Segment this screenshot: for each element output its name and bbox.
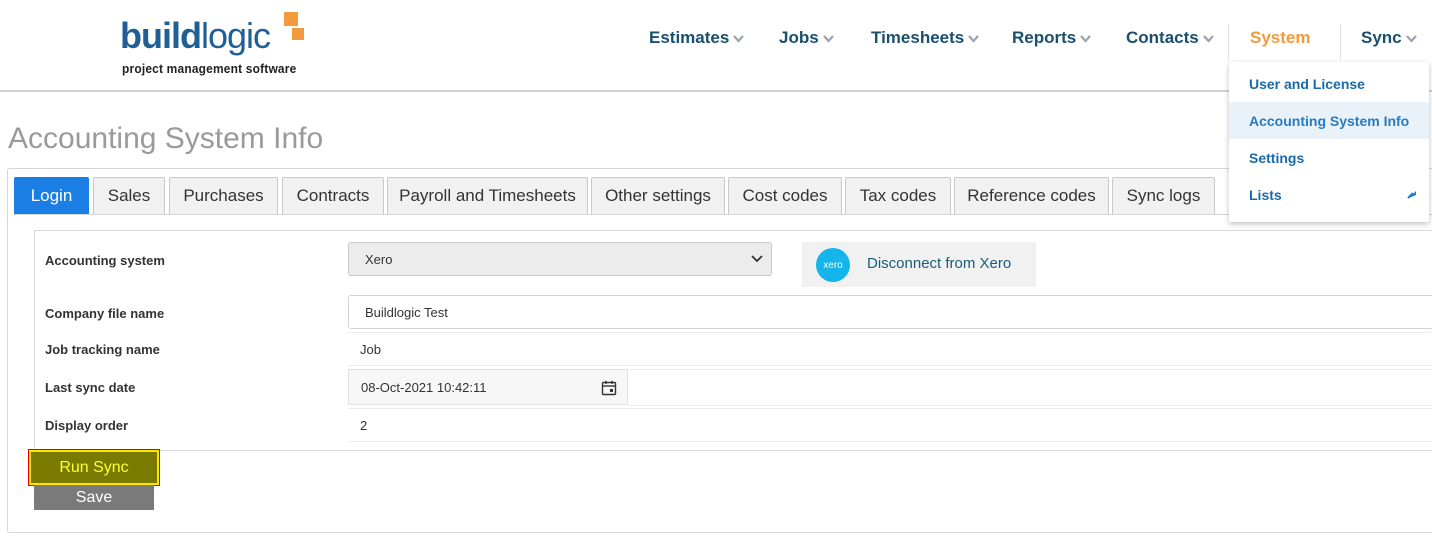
- nav-separator: [1228, 24, 1229, 60]
- chevron-down-icon: [1405, 35, 1417, 43]
- run-sync-button[interactable]: Run Sync: [29, 450, 159, 485]
- tab-sync-logs[interactable]: Sync logs: [1112, 177, 1215, 214]
- logo-subtitle: project management software: [122, 61, 297, 76]
- page-title: Accounting System Info: [8, 122, 324, 155]
- menu-item-label: Settings: [1249, 149, 1305, 166]
- logo-wordmark: buildlogic: [120, 14, 271, 58]
- tab-label: Login: [30, 186, 73, 205]
- company-file-name-value: Buildlogic Test: [365, 304, 448, 320]
- disconnect-xero-button[interactable]: xero Disconnect from Xero: [802, 242, 1036, 287]
- company-file-name-input[interactable]: Buildlogic Test: [348, 295, 1432, 329]
- logo-square-large: [284, 12, 298, 26]
- display-order-value: 2: [360, 417, 368, 433]
- buildlogic-logo[interactable]: buildlogic project management software: [120, 12, 320, 78]
- pin-icon[interactable]: [1407, 189, 1417, 199]
- tab-label: Purchases: [183, 186, 264, 205]
- nav-separator: [1340, 24, 1341, 60]
- tab-login[interactable]: Login: [14, 177, 89, 214]
- tab-label: Cost codes: [742, 186, 828, 205]
- tab-contracts[interactable]: Contracts: [282, 177, 384, 214]
- tab-tax-codes[interactable]: Tax codes: [845, 177, 951, 214]
- nav-system[interactable]: System: [1250, 28, 1310, 48]
- logo-word-bold: build: [120, 15, 202, 56]
- chevron-down-icon: [1080, 35, 1092, 43]
- menu-item-settings[interactable]: Settings: [1229, 139, 1429, 176]
- tab-sales[interactable]: Sales: [93, 177, 165, 214]
- nav-system-label: System: [1250, 28, 1311, 47]
- tab-purchases[interactable]: Purchases: [169, 177, 278, 214]
- tab-cost-codes[interactable]: Cost codes: [728, 177, 842, 214]
- top-header: buildlogic project management software E…: [0, 0, 1432, 92]
- nav-jobs[interactable]: Jobs: [779, 28, 834, 48]
- chevron-down-icon: [733, 35, 745, 43]
- menu-item-label: User and License: [1249, 75, 1365, 92]
- nav-timesheets[interactable]: Timesheets: [871, 28, 980, 48]
- chevron-down-icon: [822, 35, 834, 43]
- xero-logo-icon: xero: [816, 248, 850, 282]
- menu-item-accounting-system-info[interactable]: Accounting System Info: [1229, 102, 1429, 139]
- chevron-down-icon: [1202, 35, 1214, 43]
- tab-label: Payroll and Timesheets: [399, 186, 576, 205]
- job-tracking-name-value: Job: [360, 341, 381, 357]
- accounting-system-select[interactable]: Xero: [348, 242, 772, 276]
- nav-estimates-label: Estimates: [649, 28, 730, 47]
- xero-logo-text: xero: [823, 259, 843, 271]
- tab-label: Reference codes: [967, 186, 1096, 205]
- disconnect-xero-label: Disconnect from Xero: [867, 255, 1012, 272]
- menu-item-lists[interactable]: Lists: [1229, 176, 1429, 213]
- tab-label: Tax codes: [859, 186, 937, 205]
- last-sync-row-fill: [628, 369, 1432, 406]
- nav-jobs-label: Jobs: [779, 28, 819, 47]
- tab-label: Contracts: [296, 186, 370, 205]
- last-sync-date-field[interactable]: 08-Oct-2021 10:42:11: [348, 369, 628, 405]
- nav-sync[interactable]: Sync: [1361, 28, 1417, 48]
- menu-item-label: Lists: [1249, 186, 1282, 203]
- logo-square-small: [292, 28, 304, 40]
- nav-sync-label: Sync: [1361, 28, 1402, 47]
- display-order-field[interactable]: 2: [348, 408, 1432, 442]
- job-tracking-name-label: Job tracking name: [45, 342, 160, 357]
- nav-contacts[interactable]: Contacts: [1126, 28, 1214, 48]
- tab-other-settings[interactable]: Other settings: [591, 177, 725, 214]
- accounting-system-value: Xero: [365, 251, 393, 267]
- tab-label: Other settings: [605, 186, 711, 205]
- logo-word-light: logic: [200, 15, 271, 56]
- last-sync-date-value: 08-Oct-2021 10:42:11: [361, 379, 487, 395]
- chevron-down-icon: [968, 35, 980, 43]
- display-order-label: Display order: [45, 418, 129, 433]
- job-tracking-name-field[interactable]: Job: [348, 332, 1432, 366]
- tab-payroll-and-timesheets[interactable]: Payroll and Timesheets: [387, 177, 588, 214]
- menu-item-label: Accounting System Info: [1249, 112, 1410, 129]
- nav-estimates[interactable]: Estimates: [649, 28, 745, 48]
- menu-item-user-and-license[interactable]: User and License: [1229, 65, 1429, 102]
- nav-timesheets-label: Timesheets: [871, 28, 965, 47]
- last-sync-date-label: Last sync date: [45, 380, 136, 395]
- system-dropdown-menu: User and License Accounting System Info …: [1229, 62, 1429, 222]
- tab-label: Sync logs: [1126, 186, 1201, 205]
- tab-label: Sales: [107, 186, 151, 205]
- nav-reports-label: Reports: [1012, 28, 1077, 47]
- run-sync-label: Run Sync: [59, 458, 129, 476]
- company-file-name-label: Company file name: [45, 306, 165, 321]
- save-label: Save: [75, 488, 113, 506]
- nav-reports[interactable]: Reports: [1012, 28, 1092, 48]
- chevron-down-icon: [751, 255, 763, 263]
- save-button[interactable]: Save: [34, 485, 154, 510]
- calendar-icon[interactable]: [601, 380, 617, 396]
- tab-divider: [14, 214, 1432, 215]
- nav-contacts-label: Contacts: [1126, 28, 1199, 47]
- tab-reference-codes[interactable]: Reference codes: [954, 177, 1109, 214]
- accounting-system-label: Accounting system: [45, 253, 165, 268]
